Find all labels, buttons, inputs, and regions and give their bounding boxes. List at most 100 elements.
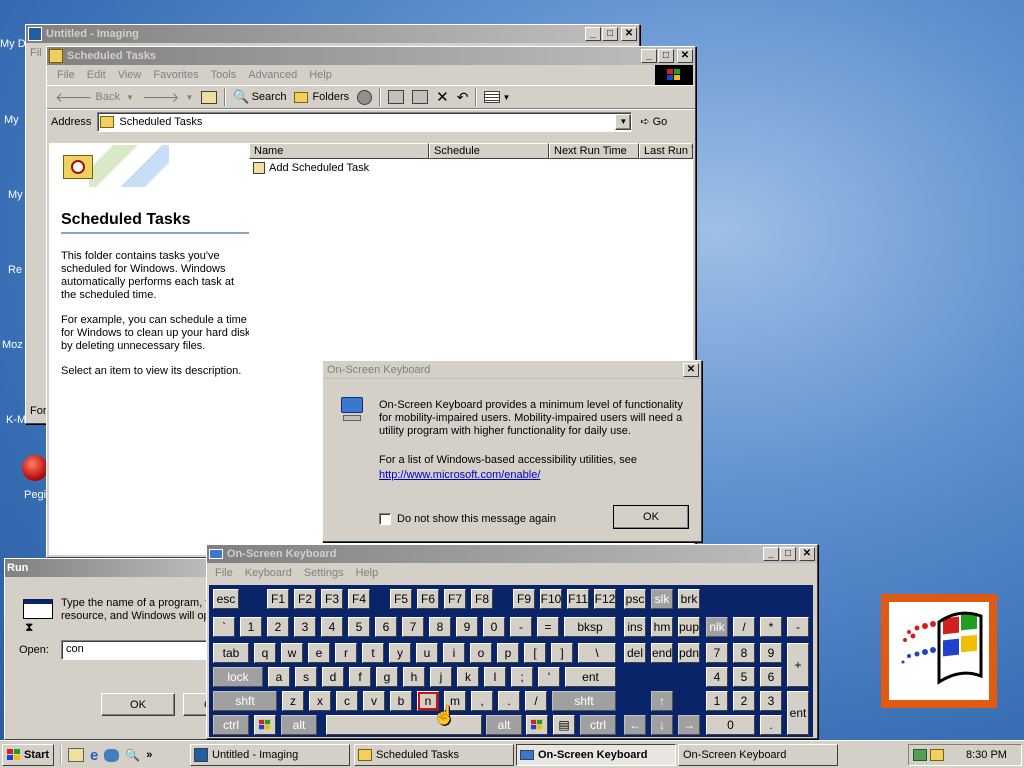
key-f11[interactable]: F11 bbox=[567, 589, 589, 609]
key-p[interactable]: p bbox=[497, 643, 519, 663]
key-8[interactable]: 8 bbox=[429, 617, 451, 637]
taskbar-item-imaging[interactable]: Untitled - Imaging bbox=[190, 744, 350, 766]
key-up-arrow[interactable]: ↑ bbox=[651, 691, 673, 711]
key-1[interactable]: 1 bbox=[240, 617, 262, 637]
key-2[interactable]: 2 bbox=[733, 691, 755, 711]
key-b[interactable]: b bbox=[390, 691, 412, 711]
key-f10[interactable]: F10 bbox=[540, 589, 562, 609]
column-schedule[interactable]: Schedule bbox=[429, 143, 549, 159]
key-f8[interactable]: F8 bbox=[471, 589, 493, 609]
key-x[interactable]: x bbox=[309, 691, 331, 711]
up-folder-button[interactable] bbox=[197, 87, 221, 107]
taskbar-item-osk-info[interactable]: On-Screen Keyboard bbox=[678, 744, 838, 766]
key-j[interactable]: j bbox=[430, 667, 452, 687]
osk-titlebar[interactable]: On-Screen Keyboard _ □ ✕ bbox=[207, 545, 817, 563]
key-l[interactable]: l bbox=[484, 667, 506, 687]
explorer-maximize-button[interactable]: □ bbox=[658, 49, 674, 63]
key-plus[interactable]: + bbox=[787, 643, 809, 687]
dont-show-label[interactable]: Do not show this message again bbox=[397, 513, 556, 525]
key-esc[interactable]: esc bbox=[213, 589, 239, 609]
key-down-arrow[interactable]: ↓ bbox=[651, 715, 673, 735]
copy-to-button[interactable] bbox=[408, 87, 432, 107]
osk-info-ok-button[interactable]: OK bbox=[613, 505, 689, 529]
key-shft[interactable]: shft bbox=[552, 691, 616, 711]
menu-file[interactable]: File bbox=[51, 69, 81, 81]
explorer-minimize-button[interactable]: _ bbox=[641, 49, 657, 63]
key-lock[interactable]: lock bbox=[213, 667, 263, 687]
key-3[interactable]: 3 bbox=[760, 691, 782, 711]
key-slk[interactable]: slk bbox=[651, 589, 673, 609]
more-quicklaunch-chevron-icon[interactable]: » bbox=[146, 749, 152, 761]
key-6[interactable]: 6 bbox=[375, 617, 397, 637]
key-4[interactable]: 4 bbox=[321, 617, 343, 637]
key-f2[interactable]: F2 bbox=[294, 589, 316, 609]
key-shft[interactable]: shft bbox=[213, 691, 277, 711]
history-button[interactable] bbox=[353, 87, 376, 107]
key-pdn[interactable]: pdn bbox=[678, 643, 700, 663]
key-ctrl[interactable]: ctrl bbox=[213, 715, 249, 735]
key-q[interactable]: q bbox=[254, 643, 276, 663]
key-minus[interactable]: - bbox=[510, 617, 532, 637]
key-i[interactable]: i bbox=[443, 643, 465, 663]
osk-info-titlebar[interactable]: On-Screen Keyboard ✕ bbox=[323, 361, 701, 379]
enable-link[interactable]: http://www.microsoft.com/enable/ bbox=[379, 469, 540, 481]
run-dialog[interactable]: Run ⧗ Type the name of a program, folder… bbox=[4, 558, 343, 740]
desktop-icon-label-4[interactable]: Re bbox=[8, 264, 22, 276]
key-semicolon[interactable]: ; bbox=[511, 667, 533, 687]
key-5[interactable]: 5 bbox=[348, 617, 370, 637]
key-windows[interactable] bbox=[254, 715, 276, 735]
imaging-titlebar[interactable]: Untitled - Imaging _ □ ✕ bbox=[26, 25, 639, 43]
key-2[interactable]: 2 bbox=[267, 617, 289, 637]
outlook-express-icon[interactable] bbox=[104, 748, 120, 762]
key-7[interactable]: 7 bbox=[706, 643, 728, 663]
clock[interactable]: 8:30 PM bbox=[966, 749, 1007, 761]
go-button[interactable]: ➪ Go bbox=[640, 115, 667, 129]
key-h[interactable]: h bbox=[403, 667, 425, 687]
key-f6[interactable]: F6 bbox=[417, 589, 439, 609]
imaging-close-button[interactable]: ✕ bbox=[621, 27, 637, 41]
column-last-run-time[interactable]: Last Run T bbox=[639, 143, 693, 159]
key-hm[interactable]: hm bbox=[651, 617, 673, 637]
key-tab[interactable]: tab bbox=[213, 643, 249, 663]
key-period[interactable]: . bbox=[498, 691, 520, 711]
key-bksp[interactable]: bksp bbox=[564, 617, 616, 637]
forward-button[interactable]: 🡒 ▼ bbox=[138, 87, 197, 107]
imaging-maximize-button[interactable]: □ bbox=[602, 27, 618, 41]
key-backtick[interactable]: ` bbox=[213, 617, 235, 637]
osk-window[interactable]: On-Screen Keyboard _ □ ✕ File Keyboard S… bbox=[206, 544, 818, 739]
osk-menu-file[interactable]: File bbox=[209, 567, 239, 579]
key-slash[interactable]: / bbox=[525, 691, 547, 711]
address-input[interactable]: Scheduled Tasks ▼ bbox=[97, 111, 633, 132]
views-button[interactable]: ▼ bbox=[480, 87, 514, 107]
osk-minimize-button[interactable]: _ bbox=[763, 547, 779, 561]
menu-tools[interactable]: Tools bbox=[205, 69, 243, 81]
imaging-menu-file[interactable]: Fil bbox=[30, 47, 42, 59]
scheduler-tray-icon[interactable] bbox=[930, 749, 944, 761]
run-titlebar[interactable]: Run bbox=[5, 559, 223, 577]
folders-button[interactable]: Folders bbox=[290, 87, 353, 107]
key-7[interactable]: 7 bbox=[402, 617, 424, 637]
network-tray-icon[interactable] bbox=[913, 749, 927, 761]
pegasus-icon[interactable] bbox=[22, 455, 48, 481]
key-9[interactable]: 9 bbox=[760, 643, 782, 663]
show-desktop-icon[interactable] bbox=[68, 748, 84, 762]
menu-favorites[interactable]: Favorites bbox=[147, 69, 204, 81]
column-next-run-time[interactable]: Next Run Time bbox=[549, 143, 639, 159]
search-icon[interactable]: 🔍 bbox=[125, 748, 140, 762]
osk-info-dialog[interactable]: On-Screen Keyboard ✕ On-Screen Keyboard … bbox=[322, 360, 702, 542]
key-f12[interactable]: F12 bbox=[594, 589, 616, 609]
move-to-button[interactable] bbox=[384, 87, 408, 107]
key-r[interactable]: r bbox=[335, 643, 357, 663]
osk-info-close-button[interactable]: ✕ bbox=[683, 362, 699, 377]
taskbar-item-scheduled-tasks[interactable]: Scheduled Tasks bbox=[354, 744, 514, 766]
key-8[interactable]: 8 bbox=[733, 643, 755, 663]
key-pup[interactable]: pup bbox=[678, 617, 700, 637]
key-slash[interactable]: / bbox=[733, 617, 755, 637]
key-f1[interactable]: F1 bbox=[267, 589, 289, 609]
key-s[interactable]: s bbox=[295, 667, 317, 687]
internet-explorer-icon[interactable]: e bbox=[90, 747, 98, 764]
explorer-close-button[interactable]: ✕ bbox=[677, 49, 693, 63]
desktop-icon-label-7[interactable]: Pegi bbox=[24, 489, 46, 501]
osk-close-button[interactable]: ✕ bbox=[799, 547, 815, 561]
key-d[interactable]: d bbox=[322, 667, 344, 687]
